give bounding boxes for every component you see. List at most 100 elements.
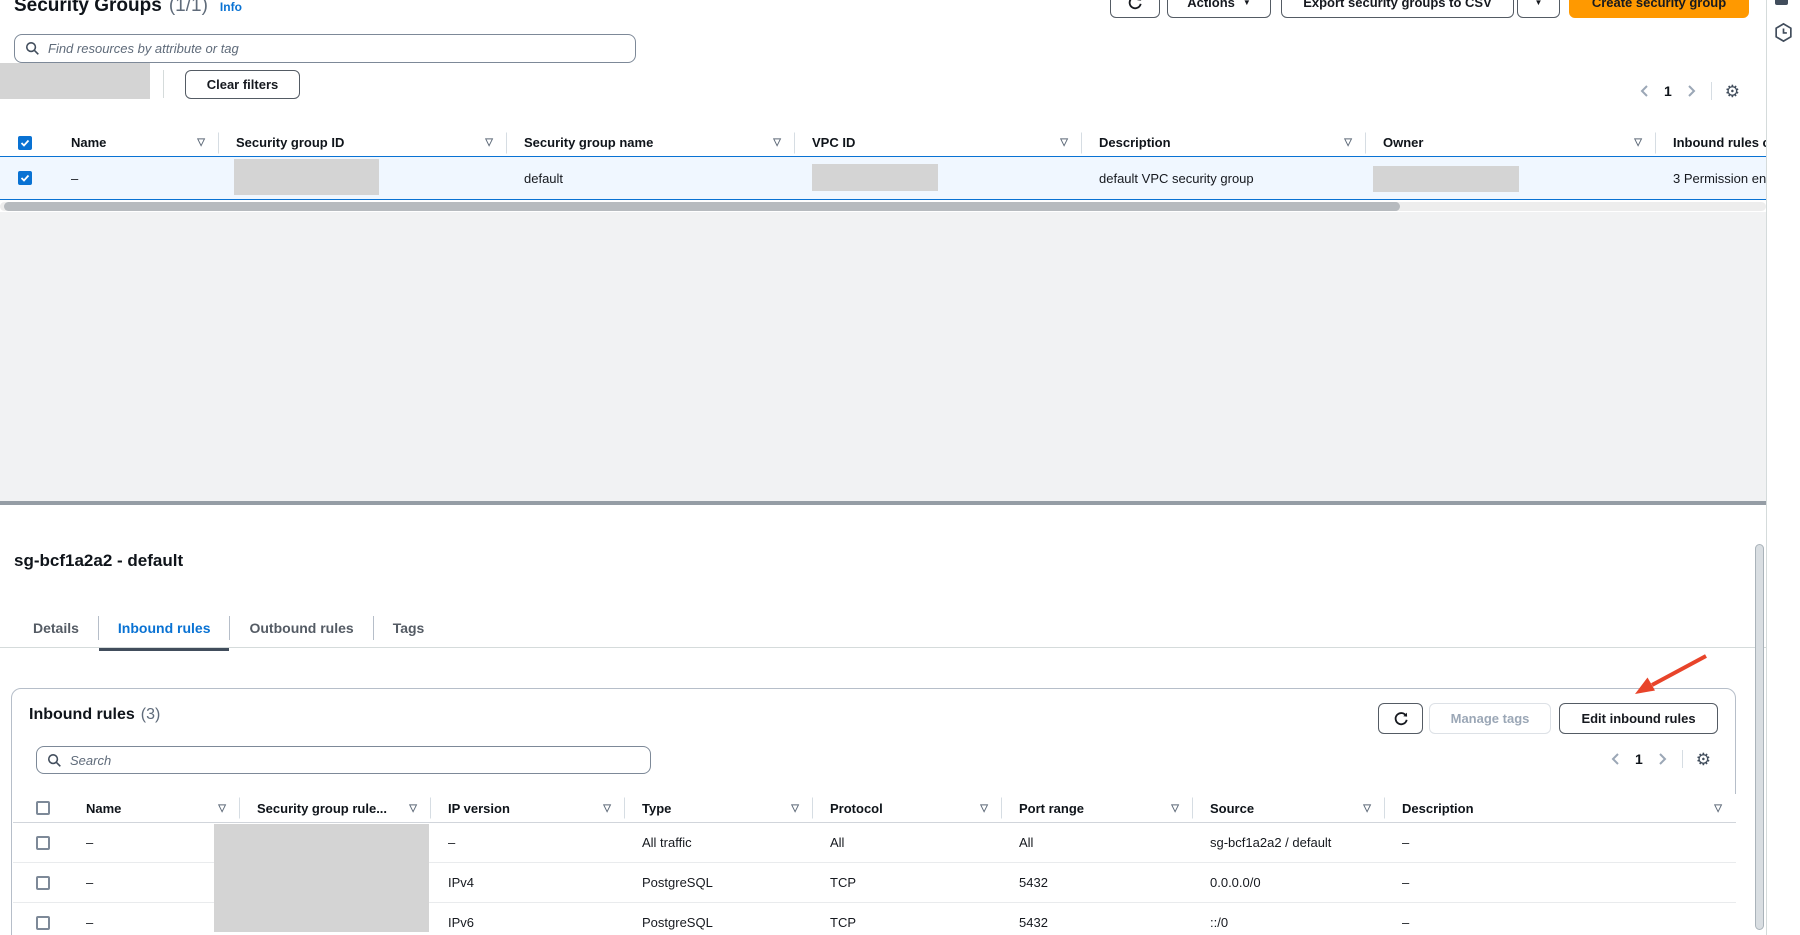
gear-icon[interactable]: ⚙ [1696,751,1711,768]
gear-icon[interactable]: ⚙ [1725,83,1740,100]
manage-tags-button[interactable]: Manage tags [1429,703,1551,734]
header-checkbox-cell [0,129,54,156]
caret-down-icon: ▼ [1243,0,1251,7]
pagination-separator [1711,82,1712,100]
column-header-type[interactable]: Type ▽ [625,794,813,822]
find-resources-searchbox [14,34,636,63]
select-all-rules-checkbox[interactable] [36,801,50,815]
chevron-right-icon[interactable] [1655,751,1669,767]
column-header-ip-version[interactable]: IP version ▽ [431,794,625,822]
chevron-left-icon[interactable] [1609,751,1623,767]
tab-details[interactable]: Details [14,608,98,648]
pagination-separator [1682,750,1683,768]
aws-console-screen: Security Groups (1/1) Info Actions ▼ Exp… [0,0,1800,935]
horizontal-scrollbar-thumb[interactable] [4,202,1400,211]
cell-protocol: TCP [813,903,1002,935]
edit-inbound-rules-button[interactable]: Edit inbound rules [1559,703,1718,734]
cell-description: – [1385,823,1736,862]
column-header-security-group-rule[interactable]: Security group rule... ▽ [240,794,431,822]
filter-icon[interactable]: ▽ [485,137,493,148]
row-checkbox-cell [0,157,54,199]
vertical-scrollbar-thumb[interactable] [1755,544,1764,930]
refresh-button[interactable] [1110,0,1160,18]
filter-icon[interactable]: ▽ [1060,137,1068,148]
filter-icon[interactable]: ▽ [218,803,226,814]
column-header-port-range[interactable]: Port range ▽ [1002,794,1193,822]
filter-icon[interactable]: ▽ [791,803,799,814]
clear-filters-button[interactable]: Clear filters [185,70,300,99]
page-title: Security Groups [14,0,162,17]
column-header-security-group-id[interactable]: Security group ID ▽ [219,129,507,156]
column-header-description[interactable]: Description ▽ [1082,129,1366,156]
cell-type: PostgreSQL [625,863,813,902]
filter-icon[interactable]: ▽ [603,803,611,814]
page-number[interactable]: 1 [1661,83,1675,99]
security-groups-pagination: 1 ⚙ [1638,82,1740,100]
redacted-vpc-id [812,164,938,191]
rules-table-header: Name ▽ Security group rule... ▽ IP versi… [13,794,1736,823]
cell-description: – [1385,903,1736,935]
cell-port-range: All [1002,823,1193,862]
inbound-rules-panel: Inbound rules (3) Manage tags Edit inbou… [11,688,1736,935]
row-checkbox[interactable] [36,836,50,850]
export-csv-button[interactable]: Export security groups to CSV [1281,0,1514,18]
redacted-security-group-rule-ids [214,824,429,932]
page-number[interactable]: 1 [1632,751,1646,767]
horizontal-scrollbar-track[interactable] [0,202,1766,211]
rules-search-input[interactable] [70,753,640,768]
refresh-rules-button[interactable] [1378,703,1423,734]
column-header-owner[interactable]: Owner ▽ [1366,129,1656,156]
filter-icon[interactable]: ▽ [1363,803,1371,814]
cell-source: 0.0.0.0/0 [1193,863,1385,902]
row-checkbox[interactable] [18,171,32,185]
row-checkbox[interactable] [36,916,50,930]
filter-icon[interactable]: ▽ [980,803,988,814]
cell-security-group-name: default [507,157,795,199]
filter-icon[interactable]: ▽ [197,137,205,148]
cell-protocol: All [813,823,1002,862]
row-checkbox-cell [13,903,74,935]
filter-icon[interactable]: ▽ [773,137,781,148]
row-checkbox[interactable] [36,876,50,890]
page-title-count: (1/1) [169,0,208,17]
column-header-protocol[interactable]: Protocol ▽ [813,794,1002,822]
column-header-name[interactable]: Name ▽ [74,794,240,822]
export-dropdown-button[interactable]: ▼ [1517,0,1560,18]
cell-ip-version: IPv4 [431,863,625,902]
redacted-filter-token [0,63,150,99]
filter-icon[interactable]: ▽ [1634,137,1642,148]
actions-button[interactable]: Actions ▼ [1167,0,1271,18]
filter-icon[interactable]: ▽ [1344,137,1352,148]
security-groups-pane: Security Groups (1/1) Info Actions ▼ Exp… [0,0,1766,501]
column-header-name[interactable]: Name ▽ [54,129,219,156]
find-resources-input[interactable] [48,41,625,56]
column-header-description[interactable]: Description ▽ [1385,794,1736,822]
filter-icon[interactable]: ▽ [1171,803,1179,814]
cell-port-range: 5432 [1002,903,1193,935]
cell-type: PostgreSQL [625,903,813,935]
cutoff-rail-icon[interactable] [1775,0,1788,5]
tab-inbound-rules[interactable]: Inbound rules [99,608,230,648]
search-icon [47,753,62,768]
column-header-security-group-name[interactable]: Security group name ▽ [507,129,795,156]
redacted-security-group-id [234,159,379,195]
refresh-icon [1127,0,1143,11]
column-header-inbound-rules-count[interactable]: Inbound rules c [1656,129,1766,156]
chevron-right-icon[interactable] [1684,83,1698,99]
checkbox-check-icon [20,173,30,183]
info-link[interactable]: Info [220,0,242,14]
page-title-row: Security Groups (1/1) Info [14,0,242,17]
filter-icon[interactable]: ▽ [1714,803,1722,814]
security-groups-table-header: Name ▽ Security group ID ▽ Security grou… [0,129,1766,156]
tab-tags[interactable]: Tags [374,608,444,648]
create-security-group-button[interactable]: Create security group [1569,0,1749,18]
tab-outbound-rules[interactable]: Outbound rules [230,608,372,648]
select-all-checkbox[interactable] [18,136,32,150]
column-header-source[interactable]: Source ▽ [1193,794,1385,822]
cloudshell-clock-icon[interactable] [1773,22,1794,43]
chevron-left-icon[interactable] [1638,83,1652,99]
checkbox-check-icon [20,138,30,148]
column-header-vpc-id[interactable]: VPC ID ▽ [795,129,1082,156]
detail-pane-title: sg-bcf1a2a2 - default [14,551,183,571]
filter-icon[interactable]: ▽ [409,803,417,814]
